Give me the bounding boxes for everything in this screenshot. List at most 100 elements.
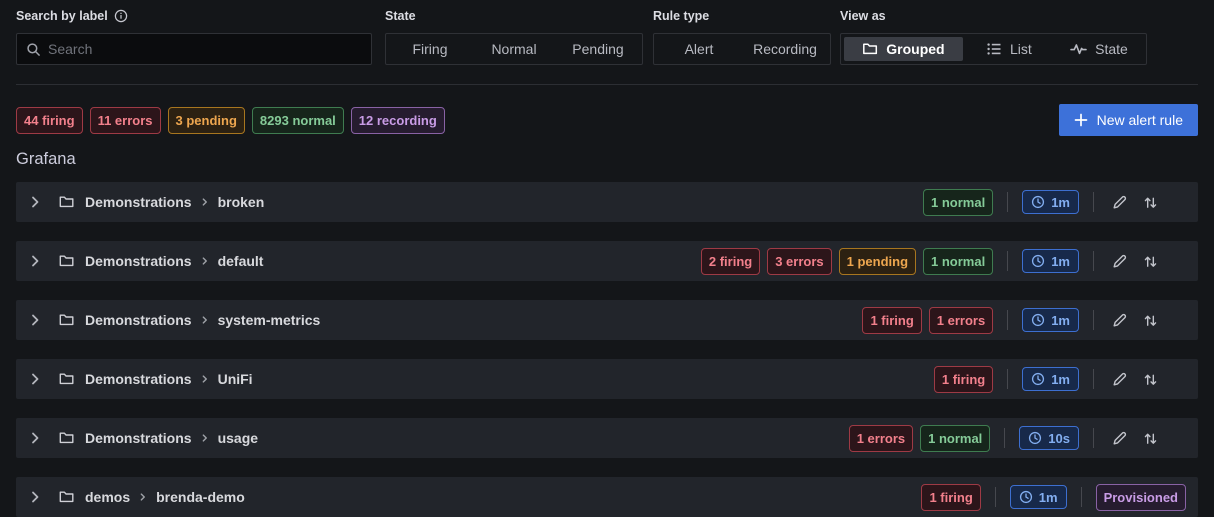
reorder-icon[interactable]	[1143, 313, 1158, 328]
divider	[1007, 192, 1008, 212]
rule-group-row-default[interactable]: Demonstrations default 2 firing 3 errors…	[16, 241, 1198, 281]
state-option-pending[interactable]: Pending	[557, 37, 639, 61]
view-as-filter-label: View as	[840, 8, 1147, 24]
state-filter-label: State	[385, 8, 643, 24]
folder-icon	[58, 430, 75, 446]
expand-chevron-icon[interactable]	[30, 255, 41, 267]
rule-group-row-broken[interactable]: Demonstrations broken 1 normal 1m	[16, 182, 1198, 222]
rule-group-row-system-metrics[interactable]: Demonstrations system-metrics 1 firing 1…	[16, 300, 1198, 340]
chevron-right-icon	[201, 315, 209, 325]
group-name: usage	[218, 430, 258, 446]
folder-icon	[58, 371, 75, 387]
edit-icon[interactable]	[1112, 430, 1128, 446]
search-filter: Search by label	[16, 8, 372, 65]
rule-group-title: Demonstrations default	[85, 253, 263, 269]
summary-badge-firing: 44 firing	[16, 107, 83, 134]
edit-icon[interactable]	[1112, 371, 1128, 387]
group-name: brenda-demo	[156, 489, 245, 505]
expand-chevron-icon[interactable]	[30, 373, 41, 385]
state-badge: 1 errors	[849, 425, 913, 452]
row-actions	[1112, 312, 1158, 328]
state-badge: 1 firing	[862, 307, 921, 334]
view-as-button-group: Grouped List State	[840, 33, 1147, 65]
provisioned-badge: Provisioned	[1096, 484, 1186, 511]
summary-badges: 44 firing 11 errors 3 pending 8293 norma…	[16, 107, 445, 134]
row-right: 1 normal 1m	[923, 189, 1186, 216]
row-right: 1 firing 1 errors 1m	[862, 307, 1186, 334]
rule-group-row-usage[interactable]: Demonstrations usage 1 errors 1 normal 1…	[16, 418, 1198, 458]
rule-type-option-recording[interactable]: Recording	[743, 37, 827, 61]
state-badge: 3 errors	[767, 248, 831, 275]
summary-badge-recording: 12 recording	[351, 107, 445, 134]
info-icon	[114, 9, 128, 23]
divider	[1093, 369, 1094, 389]
folder-icon	[862, 41, 878, 57]
folder-icon	[58, 194, 75, 210]
edit-icon[interactable]	[1112, 312, 1128, 328]
reorder-icon[interactable]	[1143, 431, 1158, 446]
divider	[1007, 369, 1008, 389]
chevron-right-icon	[139, 492, 147, 502]
rule-group-row-brenda-demo[interactable]: demos brenda-demo 1 firing 1m Provisione…	[16, 477, 1198, 517]
clock-icon	[1031, 313, 1045, 327]
evaluation-interval: 1m	[1051, 196, 1070, 209]
clock-icon	[1031, 372, 1045, 386]
rule-type-option-alert[interactable]: Alert	[657, 37, 741, 61]
divider	[1004, 428, 1005, 448]
summary-badge-pending: 3 pending	[168, 107, 245, 134]
evaluation-interval: 1m	[1039, 491, 1058, 504]
group-name: default	[218, 253, 264, 269]
view-as-option-grouped[interactable]: Grouped	[844, 37, 963, 61]
folder-name: Demonstrations	[85, 194, 192, 210]
edit-icon[interactable]	[1112, 253, 1128, 269]
reorder-icon[interactable]	[1143, 195, 1158, 210]
rule-group-title: Demonstrations usage	[85, 430, 258, 446]
reorder-icon[interactable]	[1143, 372, 1158, 387]
expand-chevron-icon[interactable]	[30, 432, 41, 444]
view-as-option-grouped-label: Grouped	[886, 41, 944, 57]
rule-group-row-unifi[interactable]: Demonstrations UniFi 1 firing 1m	[16, 359, 1198, 399]
expand-chevron-icon[interactable]	[30, 196, 41, 208]
state-option-normal[interactable]: Normal	[473, 37, 555, 61]
search-filter-label-text: Search by label	[16, 9, 108, 23]
row-actions	[1112, 371, 1158, 387]
row-actions	[1112, 430, 1158, 446]
evaluation-interval-badge: 10s	[1019, 426, 1079, 450]
row-actions	[1112, 194, 1158, 210]
plus-icon	[1074, 113, 1088, 127]
evaluation-interval-badge: 1m	[1022, 190, 1079, 214]
group-name: UniFi	[218, 371, 253, 387]
evaluation-interval-badge: 1m	[1022, 308, 1079, 332]
row-right: 1 errors 1 normal 10s	[849, 425, 1186, 452]
list-icon	[986, 41, 1002, 57]
rule-group-title: Demonstrations UniFi	[85, 371, 253, 387]
chevron-right-icon	[201, 256, 209, 266]
search-input[interactable]	[48, 41, 362, 57]
summary-badge-normal: 8293 normal	[252, 107, 344, 134]
folder-icon	[58, 312, 75, 328]
rule-type-filter: Rule type Alert Recording	[653, 8, 831, 65]
expand-chevron-icon[interactable]	[30, 491, 41, 503]
view-as-option-state[interactable]: State	[1055, 37, 1143, 61]
row-actions	[1112, 253, 1158, 269]
folder-name: demos	[85, 489, 130, 505]
evaluation-interval: 1m	[1051, 314, 1070, 327]
reorder-icon[interactable]	[1143, 254, 1158, 269]
search-box	[16, 33, 372, 65]
state-option-firing[interactable]: Firing	[389, 37, 471, 61]
state-badge: 1 normal	[923, 189, 993, 216]
summary-badge-errors: 11 errors	[90, 107, 161, 134]
new-alert-rule-button[interactable]: New alert rule	[1059, 104, 1198, 136]
divider	[995, 487, 996, 507]
expand-chevron-icon[interactable]	[30, 314, 41, 326]
evaluation-interval: 1m	[1051, 255, 1070, 268]
edit-icon[interactable]	[1112, 194, 1128, 210]
alert-rules-page: Search by label State Firing Normal Pend…	[0, 0, 1214, 516]
state-badge: 1 normal	[923, 248, 993, 275]
divider	[1007, 251, 1008, 271]
state-badge: 1 pending	[839, 248, 916, 275]
filter-bar: Search by label State Firing Normal Pend…	[0, 0, 1214, 84]
view-as-option-list[interactable]: List	[965, 37, 1053, 61]
section-title: Grafana	[16, 150, 1198, 169]
chevron-right-icon	[201, 197, 209, 207]
